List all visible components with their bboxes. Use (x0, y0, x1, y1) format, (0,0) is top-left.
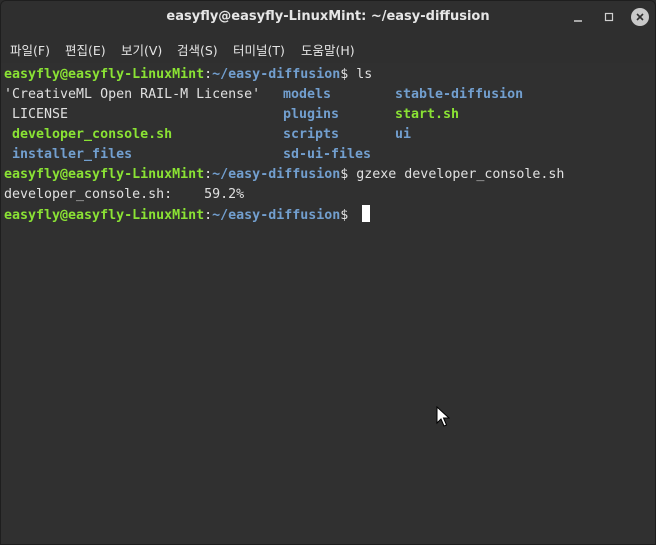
menu-search[interactable]: 검색(S) (177, 40, 218, 59)
maximize-button[interactable] (598, 6, 620, 28)
window-title: easyfly@easyfly-LinuxMint: ~/easy-diffus… (166, 9, 490, 24)
mouse-pointer-icon (436, 406, 450, 427)
ls-entry: models (283, 87, 332, 102)
prompt-path: ~/easy-diffusion (212, 167, 341, 182)
ls-entry: installer_files (4, 147, 133, 162)
command-text: ls (356, 67, 373, 82)
minimize-icon (574, 20, 582, 22)
menu-file[interactable]: 파일(F) (10, 40, 50, 59)
close-icon (636, 13, 644, 21)
text-cursor (362, 205, 371, 222)
command-output: developer_console.sh: 59.2% (4, 187, 245, 202)
terminal-window: easyfly@easyfly-LinuxMint: ~/easy-diffus… (0, 0, 656, 545)
prompt-user-host: easyfly@easyfly-LinuxMint (4, 167, 205, 182)
ls-entry: sd-ui-files (283, 147, 372, 162)
close-button[interactable] (629, 6, 651, 28)
terminal-line: easyfly@easyfly-LinuxMint:~/easy-diffusi… (4, 205, 371, 225)
ls-entry: 'CreativeML Open RAIL-M License' (4, 87, 261, 102)
title-bar[interactable]: easyfly@easyfly-LinuxMint: ~/easy-diffus… (1, 1, 655, 33)
prompt-path: ~/easy-diffusion (212, 208, 341, 223)
prompt-path: ~/easy-diffusion (212, 67, 341, 82)
ls-entry: ui (395, 127, 412, 142)
menu-bar: 파일(F) 편집(E) 보기(V) 검색(S) 터미널(T) 도움말(H) (1, 33, 655, 63)
terminal-output[interactable]: easyfly@easyfly-LinuxMint:~/easy-diffusi… (1, 63, 655, 544)
ls-entry: stable-diffusion (395, 87, 524, 102)
prompt-user-host: easyfly@easyfly-LinuxMint (4, 208, 205, 223)
ls-entry: developer_console.sh (4, 127, 173, 142)
ls-entry: start.sh (395, 107, 460, 122)
menu-edit[interactable]: 편집(E) (65, 40, 106, 59)
maximize-icon (604, 12, 614, 22)
menu-terminal[interactable]: 터미널(T) (233, 40, 285, 59)
ls-entry: LICENSE (4, 107, 69, 122)
terminal-line: easyfly@easyfly-LinuxMint:~/easy-diffusi… (4, 167, 565, 182)
ls-entry: scripts (283, 127, 340, 142)
command-text: gzexe developer_console.sh (356, 167, 565, 182)
terminal-line: easyfly@easyfly-LinuxMint:~/easy-diffusi… (4, 67, 373, 82)
prompt-user-host: easyfly@easyfly-LinuxMint (4, 67, 205, 82)
minimize-button[interactable] (567, 6, 589, 28)
menu-view[interactable]: 보기(V) (121, 40, 162, 59)
menu-help[interactable]: 도움말(H) (301, 40, 355, 59)
ls-entry: plugins (283, 107, 340, 122)
